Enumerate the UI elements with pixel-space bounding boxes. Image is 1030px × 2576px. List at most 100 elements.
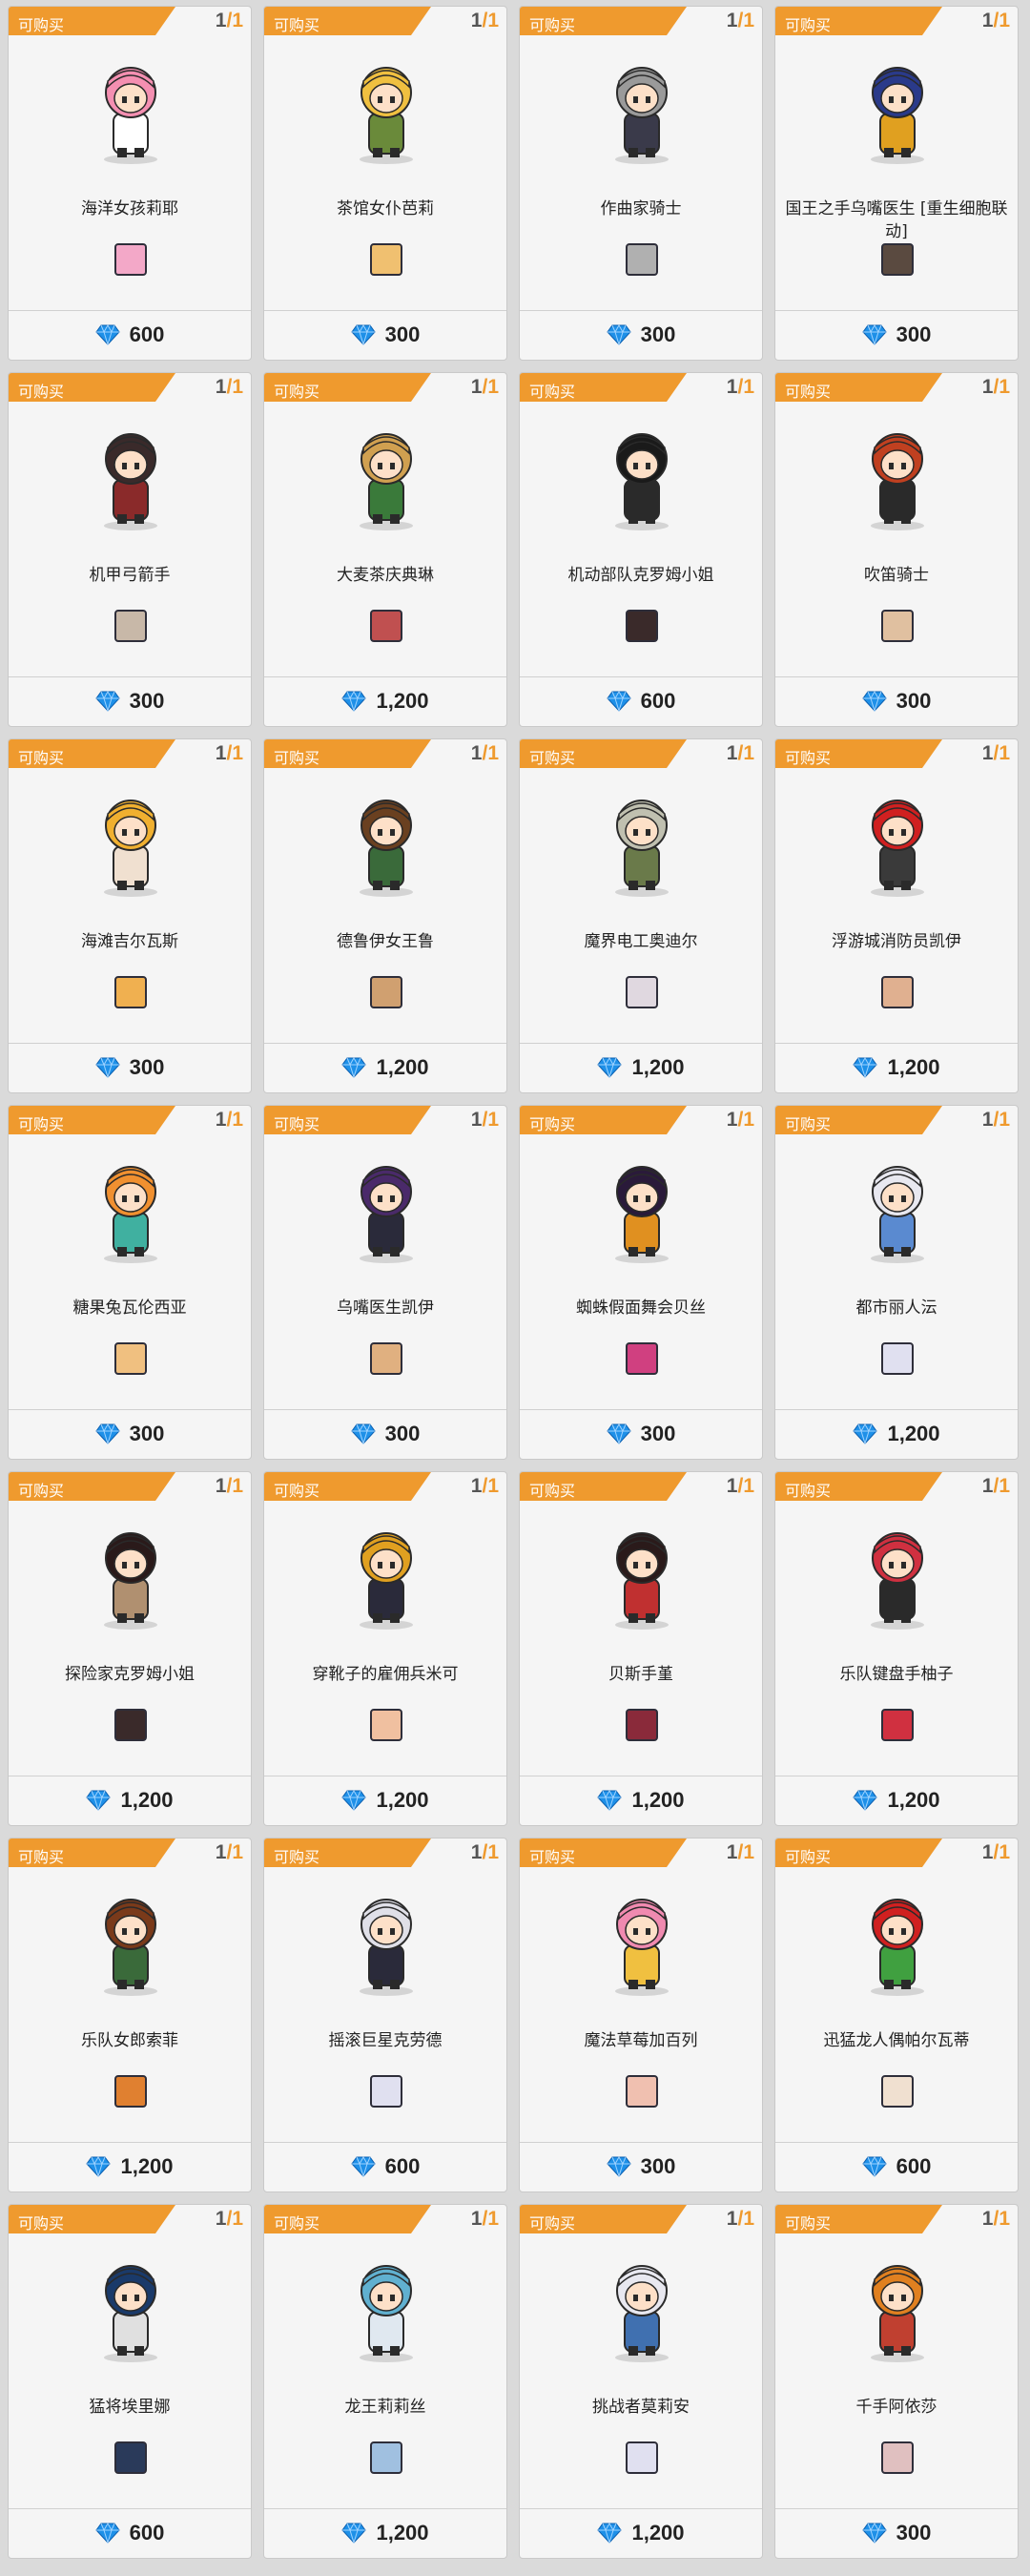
character-portrait	[821, 2251, 974, 2365]
shop-item-card[interactable]: 可购买 1/1 机动部队克罗姆小姐 600	[519, 372, 763, 727]
buy-price-button[interactable]: 300	[520, 1417, 762, 1451]
shop-item-card[interactable]: 可购买 1/1 乌嘴医生凯伊 300	[263, 1105, 507, 1460]
shop-item-card[interactable]: 可购买 1/1 国王之手乌嘴医生 [重生细胞联动] 300	[774, 6, 1019, 361]
character-thumbnail[interactable]	[626, 1709, 658, 1741]
shop-item-card[interactable]: 可购买 1/1 魔界电工奥迪尔 1,200	[519, 738, 763, 1093]
shop-item-card[interactable]: 可购买 1/1 茶馆女仆芭莉 300	[263, 6, 507, 361]
buy-price-button[interactable]: 600	[775, 2150, 1018, 2184]
character-thumbnail[interactable]	[626, 2075, 658, 2108]
shop-item-card[interactable]: 可购买 1/1 迅猛龙人偶帕尔瓦蒂 600	[774, 1838, 1019, 2192]
blue-diamond-icon	[350, 324, 376, 345]
price-divider	[775, 310, 1018, 311]
character-thumbnail[interactable]	[114, 610, 147, 642]
shop-item-card[interactable]: 可购买 1/1 蜘蛛假面舞会贝丝 300	[519, 1105, 763, 1460]
character-thumbnail[interactable]	[370, 1709, 402, 1741]
buy-price-button[interactable]: 300	[264, 318, 506, 352]
character-thumbnail[interactable]	[881, 243, 914, 276]
purchase-limit-count: 1/1	[982, 1841, 1010, 1864]
buy-price-button[interactable]: 1,200	[520, 1783, 762, 1818]
character-thumbnail[interactable]	[114, 2441, 147, 2474]
owned-count: 1	[981, 1841, 994, 1863]
buy-price-button[interactable]: 600	[520, 684, 762, 718]
buy-price-button[interactable]: 1,200	[775, 1417, 1018, 1451]
shop-item-card[interactable]: 可购买 1/1 穿靴子的雇佣兵米可 1,200	[263, 1471, 507, 1826]
buy-price-button[interactable]: 300	[520, 2150, 762, 2184]
character-thumbnail[interactable]	[114, 1342, 147, 1375]
buy-price-button[interactable]: 1,200	[9, 2150, 251, 2184]
buy-price-button[interactable]: 1,200	[9, 1783, 251, 1818]
buy-price-button[interactable]: 1,200	[264, 1050, 506, 1085]
character-thumbnail[interactable]	[881, 1342, 914, 1375]
shop-item-card[interactable]: 可购买 1/1 海洋女孩莉耶 600	[8, 6, 252, 361]
shop-item-card[interactable]: 可购买 1/1 都市丽人沄 1,200	[774, 1105, 1019, 1460]
buy-price-button[interactable]: 600	[9, 2516, 251, 2550]
buy-price-button[interactable]: 600	[9, 318, 251, 352]
shop-item-card[interactable]: 可购买 1/1 龙王莉莉丝 1,200	[263, 2204, 507, 2559]
owned-count: 1	[470, 376, 483, 398]
character-thumbnail[interactable]	[881, 610, 914, 642]
buy-price-button[interactable]: 1,200	[775, 1783, 1018, 1818]
purchase-limit-count: 1/1	[216, 376, 243, 399]
character-portrait	[54, 1518, 207, 1632]
shop-item-card[interactable]: 可购买 1/1 挑战者莫莉安 1,200	[519, 2204, 763, 2559]
character-thumbnail[interactable]	[114, 2075, 147, 2108]
buy-price-button[interactable]: 300	[775, 2516, 1018, 2550]
buy-price-button[interactable]: 1,200	[264, 684, 506, 718]
character-thumbnail[interactable]	[114, 1709, 147, 1741]
price-divider	[775, 676, 1018, 677]
purchasable-label: 可购买	[274, 1115, 320, 1133]
buy-price-button[interactable]: 300	[9, 1050, 251, 1085]
buy-price-button[interactable]: 300	[520, 318, 762, 352]
buy-price-button[interactable]: 300	[775, 318, 1018, 352]
character-thumbnail[interactable]	[370, 2441, 402, 2474]
shop-item-card[interactable]: 可购买 1/1 摇滚巨星克劳德 600	[263, 1838, 507, 2192]
character-thumbnail[interactable]	[626, 610, 658, 642]
character-name: 贝斯手堇	[608, 1665, 673, 1684]
purchase-limit-count: 1/1	[727, 1475, 754, 1498]
shop-item-card[interactable]: 可购买 1/1 魔法草莓加百列 300	[519, 1838, 763, 2192]
buy-price-button[interactable]: 300	[9, 684, 251, 718]
character-thumbnail[interactable]	[370, 610, 402, 642]
shop-item-card[interactable]: 可购买 1/1 探险家克罗姆小姐 1,200	[8, 1471, 252, 1826]
character-thumbnail[interactable]	[370, 976, 402, 1008]
buy-price-button[interactable]: 1,200	[264, 1783, 506, 1818]
character-thumbnail[interactable]	[370, 2075, 402, 2108]
buy-price-button[interactable]: 300	[264, 1417, 506, 1451]
character-thumbnail[interactable]	[114, 243, 147, 276]
purchase-limit-count: 1/1	[982, 376, 1010, 399]
buy-price-button[interactable]: 1,200	[520, 1050, 762, 1085]
shop-item-card[interactable]: 可购买 1/1 机甲弓箭手 300	[8, 372, 252, 727]
buy-price-button[interactable]: 600	[264, 2150, 506, 2184]
character-thumbnail[interactable]	[626, 243, 658, 276]
price-divider	[9, 310, 251, 311]
character-thumbnail[interactable]	[881, 1709, 914, 1741]
character-thumbnail[interactable]	[626, 976, 658, 1008]
buy-price-button[interactable]: 300	[9, 1417, 251, 1451]
character-thumbnail[interactable]	[370, 1342, 402, 1375]
buy-price-button[interactable]: 1,200	[775, 1050, 1018, 1085]
buy-price-button[interactable]: 1,200	[264, 2516, 506, 2550]
shop-item-card[interactable]: 可购买 1/1 糖果兔瓦伦西亚 300	[8, 1105, 252, 1460]
shop-item-card[interactable]: 可购买 1/1 作曲家骑士 300	[519, 6, 763, 361]
character-thumbnail[interactable]	[881, 976, 914, 1008]
character-thumbnail[interactable]	[881, 2441, 914, 2474]
blue-diamond-icon	[597, 1790, 623, 1811]
character-thumbnail[interactable]	[881, 2075, 914, 2108]
purchase-limit-count: 1/1	[727, 2208, 754, 2231]
character-thumbnail[interactable]	[626, 1342, 658, 1375]
buy-price-button[interactable]: 1,200	[520, 2516, 762, 2550]
buy-price-button[interactable]: 300	[775, 684, 1018, 718]
shop-item-card[interactable]: 可购买 1/1 乐队女郎索菲 1,200	[8, 1838, 252, 2192]
character-thumbnail[interactable]	[114, 976, 147, 1008]
shop-item-card[interactable]: 可购买 1/1 大麦茶庆典琳 1,200	[263, 372, 507, 727]
shop-item-card[interactable]: 可购买 1/1 猛将埃里娜 600	[8, 2204, 252, 2559]
shop-item-card[interactable]: 可购买 1/1 德鲁伊女王鲁 1,200	[263, 738, 507, 1093]
shop-item-card[interactable]: 可购买 1/1 乐队键盘手柚子 1,200	[774, 1471, 1019, 1826]
shop-item-card[interactable]: 可购买 1/1 千手阿依莎 300	[774, 2204, 1019, 2559]
character-thumbnail[interactable]	[370, 243, 402, 276]
shop-item-card[interactable]: 可购买 1/1 吹笛骑士 300	[774, 372, 1019, 727]
shop-item-card[interactable]: 可购买 1/1 贝斯手堇 1,200	[519, 1471, 763, 1826]
character-thumbnail[interactable]	[626, 2441, 658, 2474]
shop-item-card[interactable]: 可购买 1/1 海滩吉尔瓦斯 300	[8, 738, 252, 1093]
shop-item-card[interactable]: 可购买 1/1 浮游城消防员凯伊 1,200	[774, 738, 1019, 1093]
